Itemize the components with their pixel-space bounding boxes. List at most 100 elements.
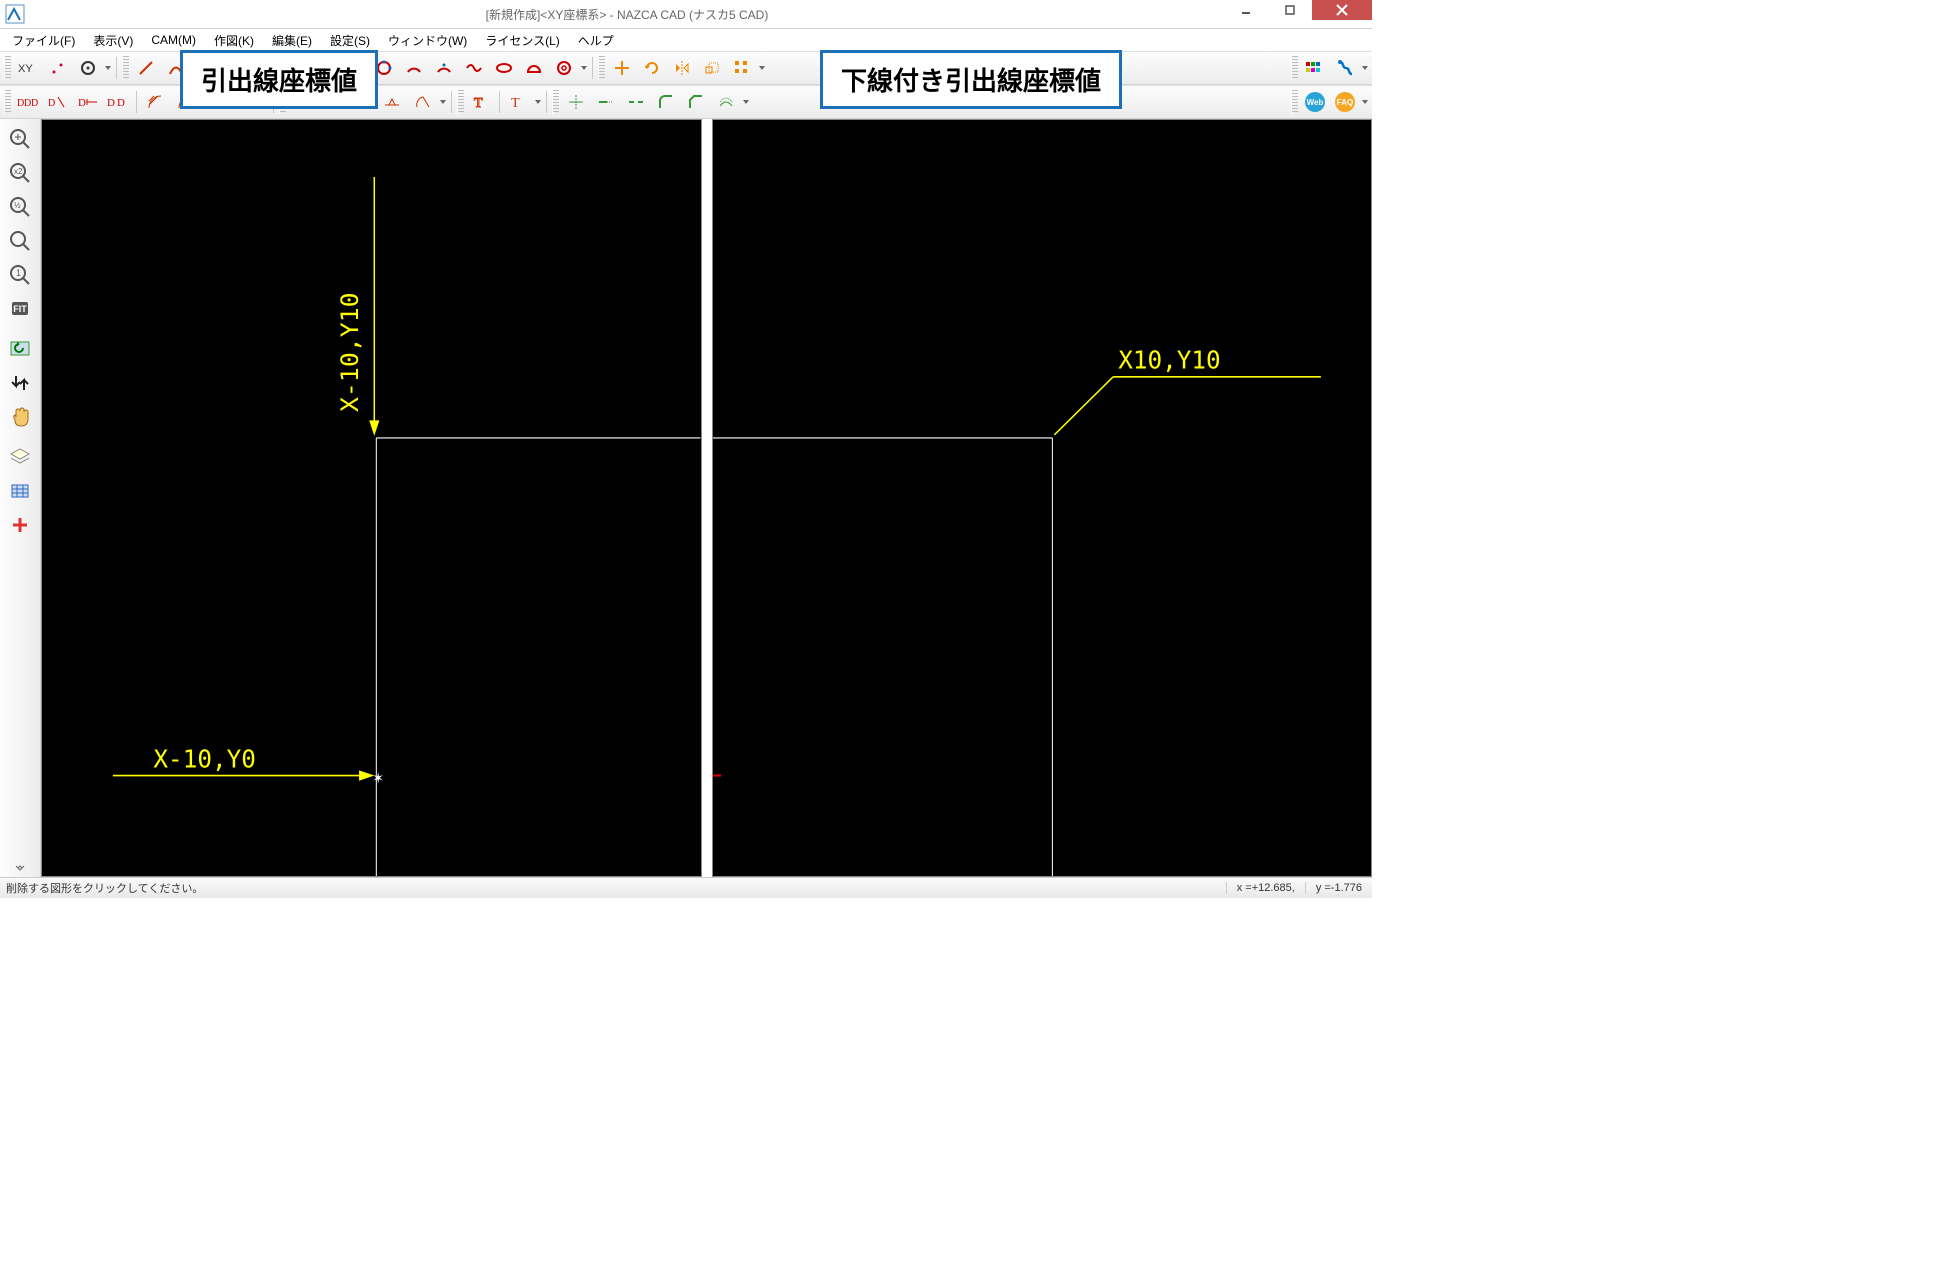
dim-aligned-button[interactable]: D — [43, 88, 73, 116]
zoom-1-button[interactable]: 1 — [4, 259, 36, 291]
half-circle-button[interactable] — [519, 54, 549, 82]
pan-button[interactable] — [4, 401, 36, 433]
break-button[interactable] — [621, 88, 651, 116]
close-button[interactable] — [1312, 0, 1372, 20]
coord-label-bottom: X-10,Y0 — [153, 744, 255, 773]
window-title: [新規作成]<XY座標系> - NAZCA CAD (ナスカ5 CAD) — [30, 6, 1224, 23]
dim-double-button[interactable]: DD — [103, 88, 133, 116]
menu-license[interactable]: ライセンス(L) — [477, 31, 567, 50]
canvas-right[interactable]: X10,Y10 — [712, 119, 1373, 877]
menu-settings[interactable]: 設定(S) — [322, 31, 378, 50]
scale-button[interactable] — [697, 54, 727, 82]
canvas-left[interactable]: X-10,Y10 X-10,Y0 ✶ — [41, 119, 702, 877]
weld-symbol-button[interactable] — [378, 88, 408, 116]
side-toolbar: x2 ½ 1 FIT — [0, 119, 41, 877]
menu-view[interactable]: 表示(V) — [85, 31, 141, 50]
donut-button[interactable] — [549, 54, 579, 82]
svg-text:½: ½ — [14, 201, 21, 210]
zoom-in-button[interactable] — [4, 123, 36, 155]
svg-text:x2: x2 — [14, 167, 23, 176]
svg-text:D: D — [107, 97, 115, 109]
zoom-fit-button[interactable]: FIT — [4, 293, 36, 325]
fillet-button[interactable] — [651, 88, 681, 116]
offset-button[interactable] — [711, 88, 741, 116]
arc-3pt-button[interactable] — [429, 54, 459, 82]
toolbar-grip[interactable] — [598, 56, 605, 80]
minimize-button[interactable] — [1224, 0, 1268, 20]
svg-text:FIT: FIT — [13, 304, 27, 314]
menu-cam[interactable]: CAM(M) — [143, 32, 204, 48]
toolbar-grip[interactable] — [457, 90, 464, 114]
faq-button[interactable]: FAQ — [1330, 88, 1360, 116]
wave-button[interactable] — [459, 54, 489, 82]
extend-button[interactable] — [591, 88, 621, 116]
maximize-button[interactable] — [1268, 0, 1312, 20]
toolbar-grip[interactable] — [4, 56, 11, 80]
window-buttons — [1224, 0, 1372, 28]
hatch-1-button[interactable] — [140, 88, 170, 116]
svg-text:✶: ✶ — [372, 771, 384, 787]
layers-button[interactable] — [4, 441, 36, 473]
line-tool-button[interactable] — [131, 54, 161, 82]
add-button[interactable] — [4, 509, 36, 541]
undo-view-button[interactable] — [4, 333, 36, 365]
run-button[interactable] — [1330, 54, 1360, 82]
menu-file[interactable]: ファイル(F) — [4, 31, 83, 50]
xy-mode-button[interactable]: XY — [13, 54, 43, 82]
canvas-divider — [702, 119, 712, 877]
status-coord-x: x =+12.685, — [1226, 882, 1305, 894]
arc-center-button[interactable] — [399, 54, 429, 82]
text-fill-button[interactable]: T — [503, 88, 533, 116]
target-button[interactable] — [73, 54, 103, 82]
toolbar-dropdown[interactable] — [1360, 98, 1370, 106]
toolbar-dropdown[interactable] — [1360, 64, 1370, 72]
toolbar-dropdown[interactable] — [757, 64, 767, 72]
menu-help[interactable]: ヘルプ — [570, 31, 622, 50]
status-message: 削除する図形をクリックしてください。 — [0, 880, 1226, 896]
toolbar-dropdown[interactable] — [579, 64, 589, 72]
chamfer-button[interactable] — [681, 88, 711, 116]
menu-draw[interactable]: 作図(K) — [206, 31, 262, 50]
svg-text:T: T — [511, 96, 520, 111]
zoom-x2-button[interactable]: x2 — [4, 157, 36, 189]
toolbar-grip[interactable] — [1291, 56, 1298, 80]
svg-text:T: T — [474, 96, 483, 111]
zoom-button[interactable] — [4, 225, 36, 257]
toolbar-dropdown[interactable] — [438, 98, 448, 106]
toolbar-grip[interactable] — [552, 90, 559, 114]
toolbar-dropdown[interactable] — [533, 98, 543, 106]
status-coord-y: y =-1.776 — [1305, 882, 1372, 894]
palette-button[interactable] — [1300, 54, 1330, 82]
svg-text:XY: XY — [18, 63, 33, 75]
zoom-half-button[interactable]: ½ — [4, 191, 36, 223]
grid-button[interactable] — [4, 475, 36, 507]
side-expand-icon[interactable] — [0, 865, 40, 875]
swap-button[interactable] — [4, 367, 36, 399]
dim-linear-button[interactable]: DDD — [13, 88, 43, 116]
svg-text:D: D — [117, 97, 125, 109]
mirror-button[interactable] — [667, 54, 697, 82]
surface-finish-button[interactable] — [408, 88, 438, 116]
trim-button[interactable] — [561, 88, 591, 116]
callout-left: 引出線座標値 — [180, 50, 378, 109]
text-outline-button[interactable]: T — [466, 88, 496, 116]
toolbar-grip[interactable] — [1291, 90, 1298, 114]
coord-label-top: X-10,Y10 — [335, 292, 364, 412]
toolbar-dropdown[interactable] — [103, 64, 113, 72]
menubar: ファイル(F) 表示(V) CAM(M) 作図(K) 編集(E) 設定(S) ウ… — [0, 29, 1372, 51]
dim-horizontal-button[interactable]: D — [73, 88, 103, 116]
titlebar: [新規作成]<XY座標系> - NAZCA CAD (ナスカ5 CAD) — [0, 0, 1372, 29]
menu-window[interactable]: ウィンドウ(W) — [380, 31, 475, 50]
web-button[interactable]: Web — [1300, 88, 1330, 116]
ellipse-button[interactable] — [489, 54, 519, 82]
toolbar-dropdown[interactable] — [741, 98, 751, 106]
point-snap-button[interactable] — [43, 54, 73, 82]
move-button[interactable] — [607, 54, 637, 82]
workspace: x2 ½ 1 FIT — [0, 119, 1372, 877]
rotate-button[interactable] — [637, 54, 667, 82]
callout-right: 下線付き引出線座標値 — [820, 50, 1122, 109]
toolbar-grip[interactable] — [4, 90, 11, 114]
array-button[interactable] — [727, 54, 757, 82]
toolbar-grip[interactable] — [122, 56, 129, 80]
menu-edit[interactable]: 編集(E) — [264, 31, 320, 50]
